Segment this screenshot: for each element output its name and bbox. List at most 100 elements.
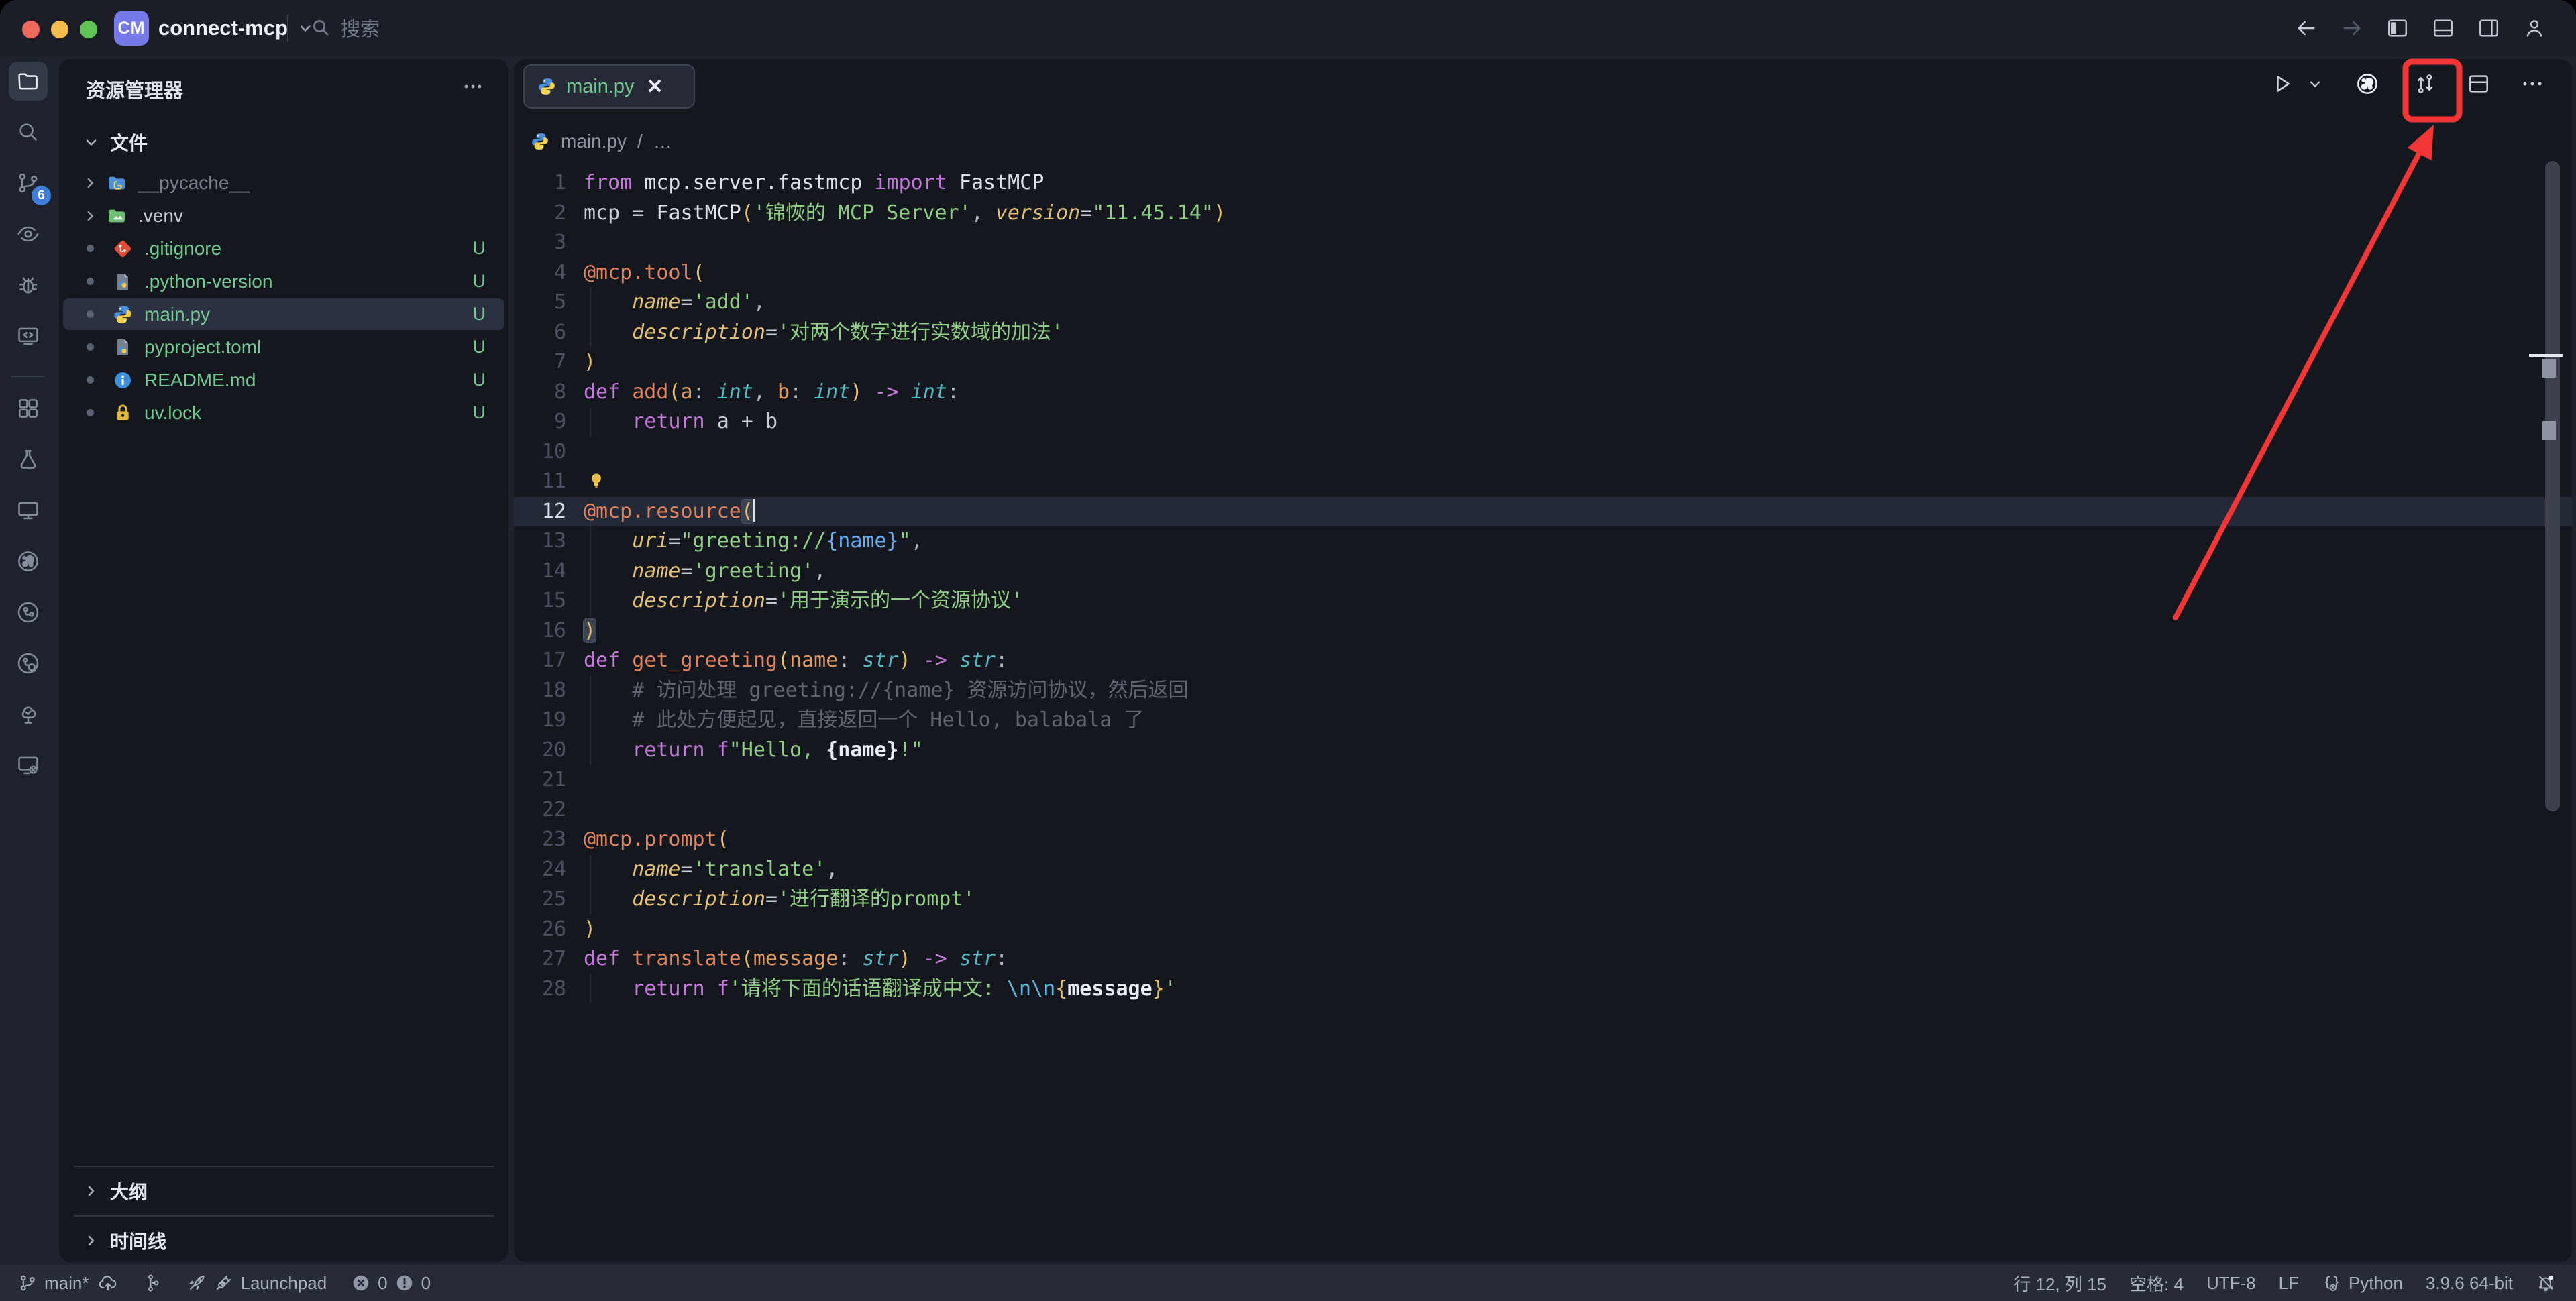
- code-line-16[interactable]: 16): [514, 616, 2572, 646]
- compare-changes-button[interactable]: [2410, 68, 2440, 99]
- line-content: def get_greeting(name: str) -> str:: [584, 646, 1008, 676]
- account-icon[interactable]: [2520, 13, 2549, 43]
- activity-tree-icon[interactable]: [9, 695, 48, 734]
- code-line-8[interactable]: 8def add(a: int, b: int) -> int:: [514, 378, 2572, 408]
- breadcrumb[interactable]: main.py / …: [530, 126, 672, 157]
- code-line-10[interactable]: 10: [514, 437, 2572, 467]
- code-line-17[interactable]: 17def get_greeting(name: str) -> str:: [514, 646, 2572, 676]
- code-line-13[interactable]: 13 uri="greeting://{name}",: [514, 526, 2572, 557]
- code-line-2[interactable]: 2mcp = FastMCP('锦恢的 MCP Server', version…: [514, 199, 2572, 229]
- activity-git-graph-search-icon[interactable]: [9, 644, 48, 683]
- cursor-position-status[interactable]: 行 12, 列 15: [2013, 1271, 2106, 1296]
- code-line-14[interactable]: 14 name='greeting',: [514, 557, 2572, 587]
- code-line-11[interactable]: 11: [514, 467, 2572, 497]
- toggle-secondary-sidebar-button[interactable]: [2474, 13, 2504, 43]
- close-window-button[interactable]: [22, 21, 40, 38]
- git-branch-status[interactable]: main*: [17, 1273, 89, 1294]
- code-line-22[interactable]: 22: [514, 795, 2572, 826]
- code-line-26[interactable]: 26): [514, 915, 2572, 945]
- pipeline-status[interactable]: [142, 1273, 162, 1293]
- launchpad-button[interactable]: Launchpad: [186, 1273, 327, 1294]
- code-line-12[interactable]: 12@mcp.resource(: [514, 497, 2572, 527]
- file-row--pycache-[interactable]: __pycache__: [59, 166, 508, 199]
- python-interpreter-status[interactable]: 3.9.6 64-bit: [2426, 1273, 2513, 1294]
- file-row--venv[interactable]: .venv: [59, 199, 508, 232]
- breadcrumb-more[interactable]: …: [653, 131, 672, 152]
- code-line-4[interactable]: 4@mcp.tool(: [514, 258, 2572, 288]
- line-number: 28: [514, 974, 566, 1005]
- code-line-15[interactable]: 15 description='用于演示的一个资源协议': [514, 586, 2572, 616]
- activity-extensions-icon[interactable]: [9, 389, 48, 428]
- line-number: 9: [514, 407, 566, 437]
- toggle-panel-button[interactable]: [2428, 13, 2458, 43]
- activity-monitor-icon[interactable]: [9, 491, 48, 530]
- code-line-1[interactable]: 1from mcp.server.fastmcp import FastMCP: [514, 168, 2572, 199]
- code-line-21[interactable]: 21: [514, 765, 2572, 795]
- lightbulb-icon[interactable]: [586, 470, 606, 493]
- activity-search-icon[interactable]: [9, 113, 48, 152]
- error-count: 0: [378, 1273, 387, 1294]
- breadcrumb-file[interactable]: main.py: [561, 131, 627, 152]
- code-line-5[interactable]: 5 name='add',: [514, 288, 2572, 318]
- activity-source-control-icon[interactable]: 6: [9, 164, 48, 203]
- git-status-dot: [87, 409, 94, 416]
- activity-screen-remote-icon[interactable]: [9, 746, 48, 785]
- code-line-24[interactable]: 24 name='translate',: [514, 855, 2572, 885]
- notifications-button[interactable]: [2536, 1273, 2556, 1293]
- outline-section-header[interactable]: 大纲: [59, 1175, 508, 1207]
- code-line-27[interactable]: 27def translate(message: str) -> str:: [514, 944, 2572, 974]
- file-row-main-py[interactable]: main.pyU: [59, 298, 508, 331]
- more-actions-icon[interactable]: [462, 75, 484, 101]
- activity-debug-icon[interactable]: [9, 266, 48, 304]
- minimize-window-button[interactable]: [51, 21, 68, 38]
- activity-mcp-sphere-icon[interactable]: [9, 542, 48, 581]
- file-row-pyproject-toml[interactable]: pyproject.tomlU: [59, 331, 508, 363]
- eol-status[interactable]: LF: [2279, 1273, 2299, 1294]
- code-line-25[interactable]: 25 description='进行翻译的prompt': [514, 885, 2572, 915]
- file-row--python-version[interactable]: .python-versionU: [59, 265, 508, 298]
- split-editor-button[interactable]: [2463, 68, 2494, 99]
- toggle-sidebar-button[interactable]: [2383, 13, 2412, 43]
- code-line-7[interactable]: 7): [514, 347, 2572, 378]
- tab-main-py[interactable]: main.py ✕: [523, 64, 695, 109]
- file-row-uv-lock[interactable]: uv.lockU: [59, 396, 508, 429]
- timeline-section-header[interactable]: 时间线: [59, 1225, 508, 1257]
- code-line-18[interactable]: 18 # 访问处理 greeting://{name} 资源访问协议，然后返回: [514, 676, 2572, 706]
- activity-git-graph-icon[interactable]: [9, 593, 48, 632]
- mcp-sphere-button[interactable]: [2352, 68, 2383, 99]
- line-number: 24: [514, 855, 566, 885]
- publish-button[interactable]: [98, 1273, 118, 1293]
- more-actions-icon[interactable]: [2517, 68, 2548, 99]
- code-line-19[interactable]: 19 # 此处方便起见，直接返回一个 Hello, balabala 了: [514, 705, 2572, 736]
- forward-button[interactable]: [2337, 13, 2367, 43]
- encoding-status[interactable]: UTF-8: [2206, 1273, 2256, 1294]
- code-line-6[interactable]: 6 description='对两个数字进行实数域的加法': [514, 318, 2572, 348]
- activity-test-beaker-icon[interactable]: [9, 440, 48, 479]
- language-mode-status[interactable]: Python: [2322, 1273, 2403, 1294]
- line-number: 7: [514, 347, 566, 378]
- close-tab-icon[interactable]: ✕: [647, 75, 663, 99]
- code-line-20[interactable]: 20 return f"Hello, {name}!": [514, 736, 2572, 766]
- code-line-3[interactable]: 3: [514, 228, 2572, 258]
- file-row-README-md[interactable]: README.mdU: [59, 363, 508, 396]
- problems-status[interactable]: 0 0: [351, 1273, 431, 1294]
- editor-scrollbar[interactable]: [2545, 161, 2560, 811]
- indent-status[interactable]: 空格: 4: [2129, 1271, 2184, 1296]
- code-line-23[interactable]: 23@mcp.prompt(: [514, 825, 2572, 855]
- project-switcher[interactable]: CM connect-mcp: [114, 11, 313, 46]
- files-section-header[interactable]: 文件: [59, 126, 508, 158]
- code-line-9[interactable]: 9 return a + b: [514, 407, 2572, 437]
- maximize-window-button[interactable]: [80, 21, 97, 38]
- run-options-chevron-icon[interactable]: [2305, 68, 2325, 99]
- activity-ai-eye-icon[interactable]: [9, 215, 48, 253]
- line-number: 20: [514, 736, 566, 766]
- activity-explorer-icon[interactable]: [9, 62, 48, 101]
- run-python-file-button[interactable]: [2266, 68, 2297, 99]
- code-line-28[interactable]: 28 return f'请将下面的话语翻译成中文: \n\n{message}': [514, 974, 2572, 1005]
- back-button[interactable]: [2292, 13, 2321, 43]
- code-editor[interactable]: 1from mcp.server.fastmcp import FastMCP2…: [514, 168, 2572, 1004]
- activity-remote-terminal-icon[interactable]: [9, 317, 48, 355]
- python-icon: [112, 304, 133, 325]
- global-search[interactable]: 搜索: [310, 13, 380, 42]
- file-row--gitignore[interactable]: .gitignoreU: [59, 232, 508, 265]
